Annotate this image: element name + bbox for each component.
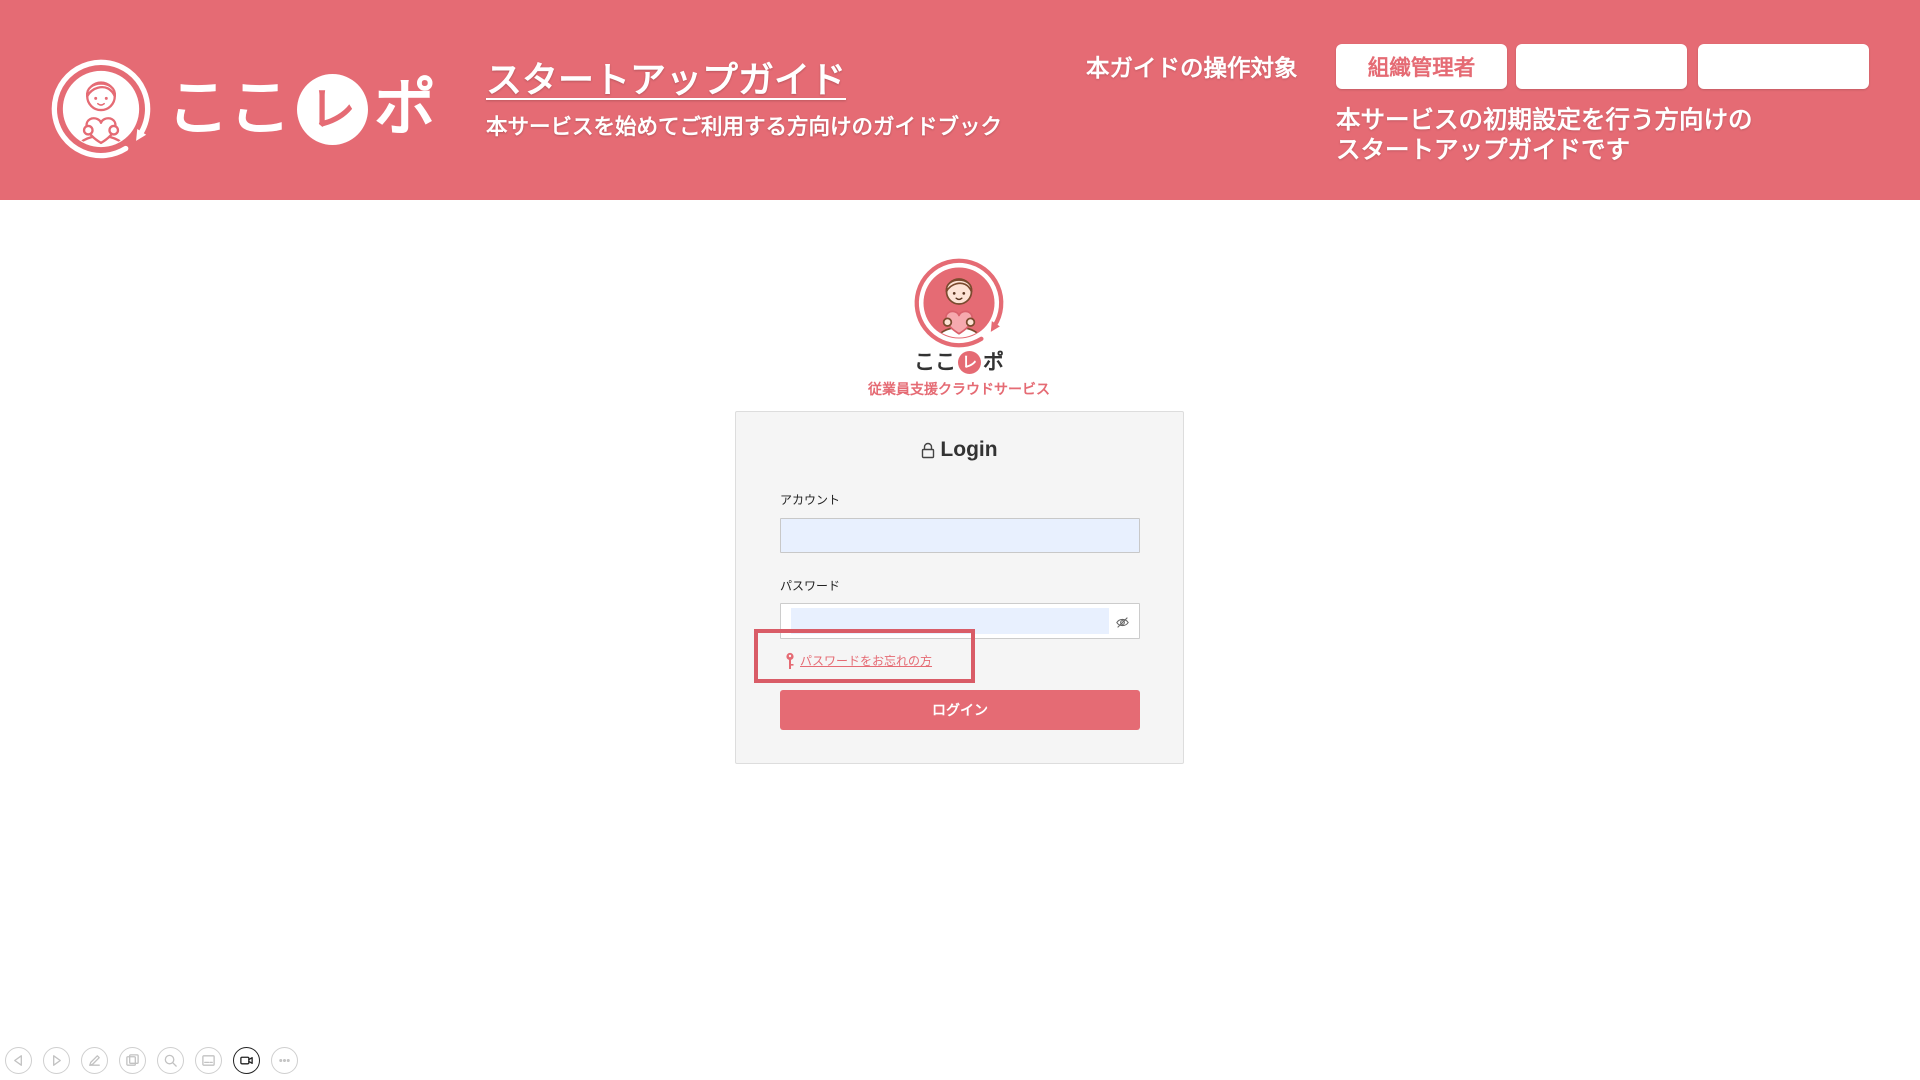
account-label: アカウント (780, 493, 841, 507)
logo-text-post: ポ (374, 74, 437, 143)
camera-icon (240, 1056, 253, 1065)
login-heading-text: Login (940, 438, 998, 461)
subtitles-icon (202, 1055, 215, 1066)
target-button-2[interactable] (1516, 44, 1687, 89)
kokorepo-logo-icon (914, 258, 1004, 348)
logo-mark: レ (297, 73, 369, 145)
slides-button[interactable] (119, 1047, 146, 1074)
zoom-icon (164, 1054, 177, 1067)
guide-title: スタートアップガイド (486, 59, 847, 100)
previous-button[interactable] (5, 1047, 32, 1074)
logo-mark-letter: レ (961, 353, 977, 371)
target-button-3[interactable] (1698, 44, 1869, 89)
login-card: Login アカウント パスワード パスワードをお忘れの方 ログイン (735, 411, 1184, 764)
previous-icon (14, 1055, 22, 1066)
brand-tagline: 従業員支援クラウドサービス (868, 381, 1050, 397)
login-button[interactable]: ログイン (780, 690, 1140, 730)
account-input[interactable] (780, 518, 1140, 553)
next-icon (53, 1055, 61, 1066)
slides-icon (126, 1054, 139, 1066)
pen-icon (89, 1055, 100, 1066)
camera-button[interactable] (233, 1047, 260, 1074)
description-line-1: 本サービスの初期設定を行う方向けの (1336, 107, 1753, 134)
target-button-org-admin[interactable]: 組織管理者 (1336, 44, 1507, 89)
kokorepo-logo-icon (51, 59, 151, 159)
logo-text-pre: ここ (167, 74, 292, 143)
highlight-box (754, 629, 975, 683)
logo-text-pre: ここ (914, 350, 956, 374)
next-button[interactable] (43, 1047, 70, 1074)
more-button[interactable] (271, 1047, 298, 1074)
guide-description: 本サービスの初期設定を行う方向けの スタートアップガイドです (1336, 106, 1753, 166)
target-label: 本ガイドの操作対象 (1086, 55, 1298, 81)
subtitles-button[interactable] (195, 1047, 222, 1074)
header-logo-text: ここ レ ポ (167, 72, 436, 146)
logo-mark: レ (958, 350, 981, 374)
eye-slash-icon (1115, 616, 1129, 628)
password-visibility-toggle[interactable] (1114, 614, 1130, 630)
guide-subtitle: 本サービスを始めてご利用する方向けのガイドブック (486, 115, 1003, 139)
logo-text-post: ポ (983, 350, 1004, 374)
header-bar: ここ レ ポ スタートアップガイド 本サービスを始めてご利用する方向けのガイドブ… (0, 0, 1920, 200)
brand-logo-text: ここ レ ポ (759, 349, 1159, 375)
description-line-2: スタートアップガイドです (1336, 137, 1630, 164)
lock-icon (922, 442, 935, 458)
password-label: パスワード (780, 579, 841, 593)
pen-button[interactable] (81, 1047, 108, 1074)
zoom-button[interactable] (157, 1047, 184, 1074)
more-icon (279, 1058, 290, 1062)
logo-mark-letter: レ (309, 83, 356, 135)
login-heading: Login (736, 437, 1183, 463)
slideshow-controls (5, 1047, 298, 1074)
